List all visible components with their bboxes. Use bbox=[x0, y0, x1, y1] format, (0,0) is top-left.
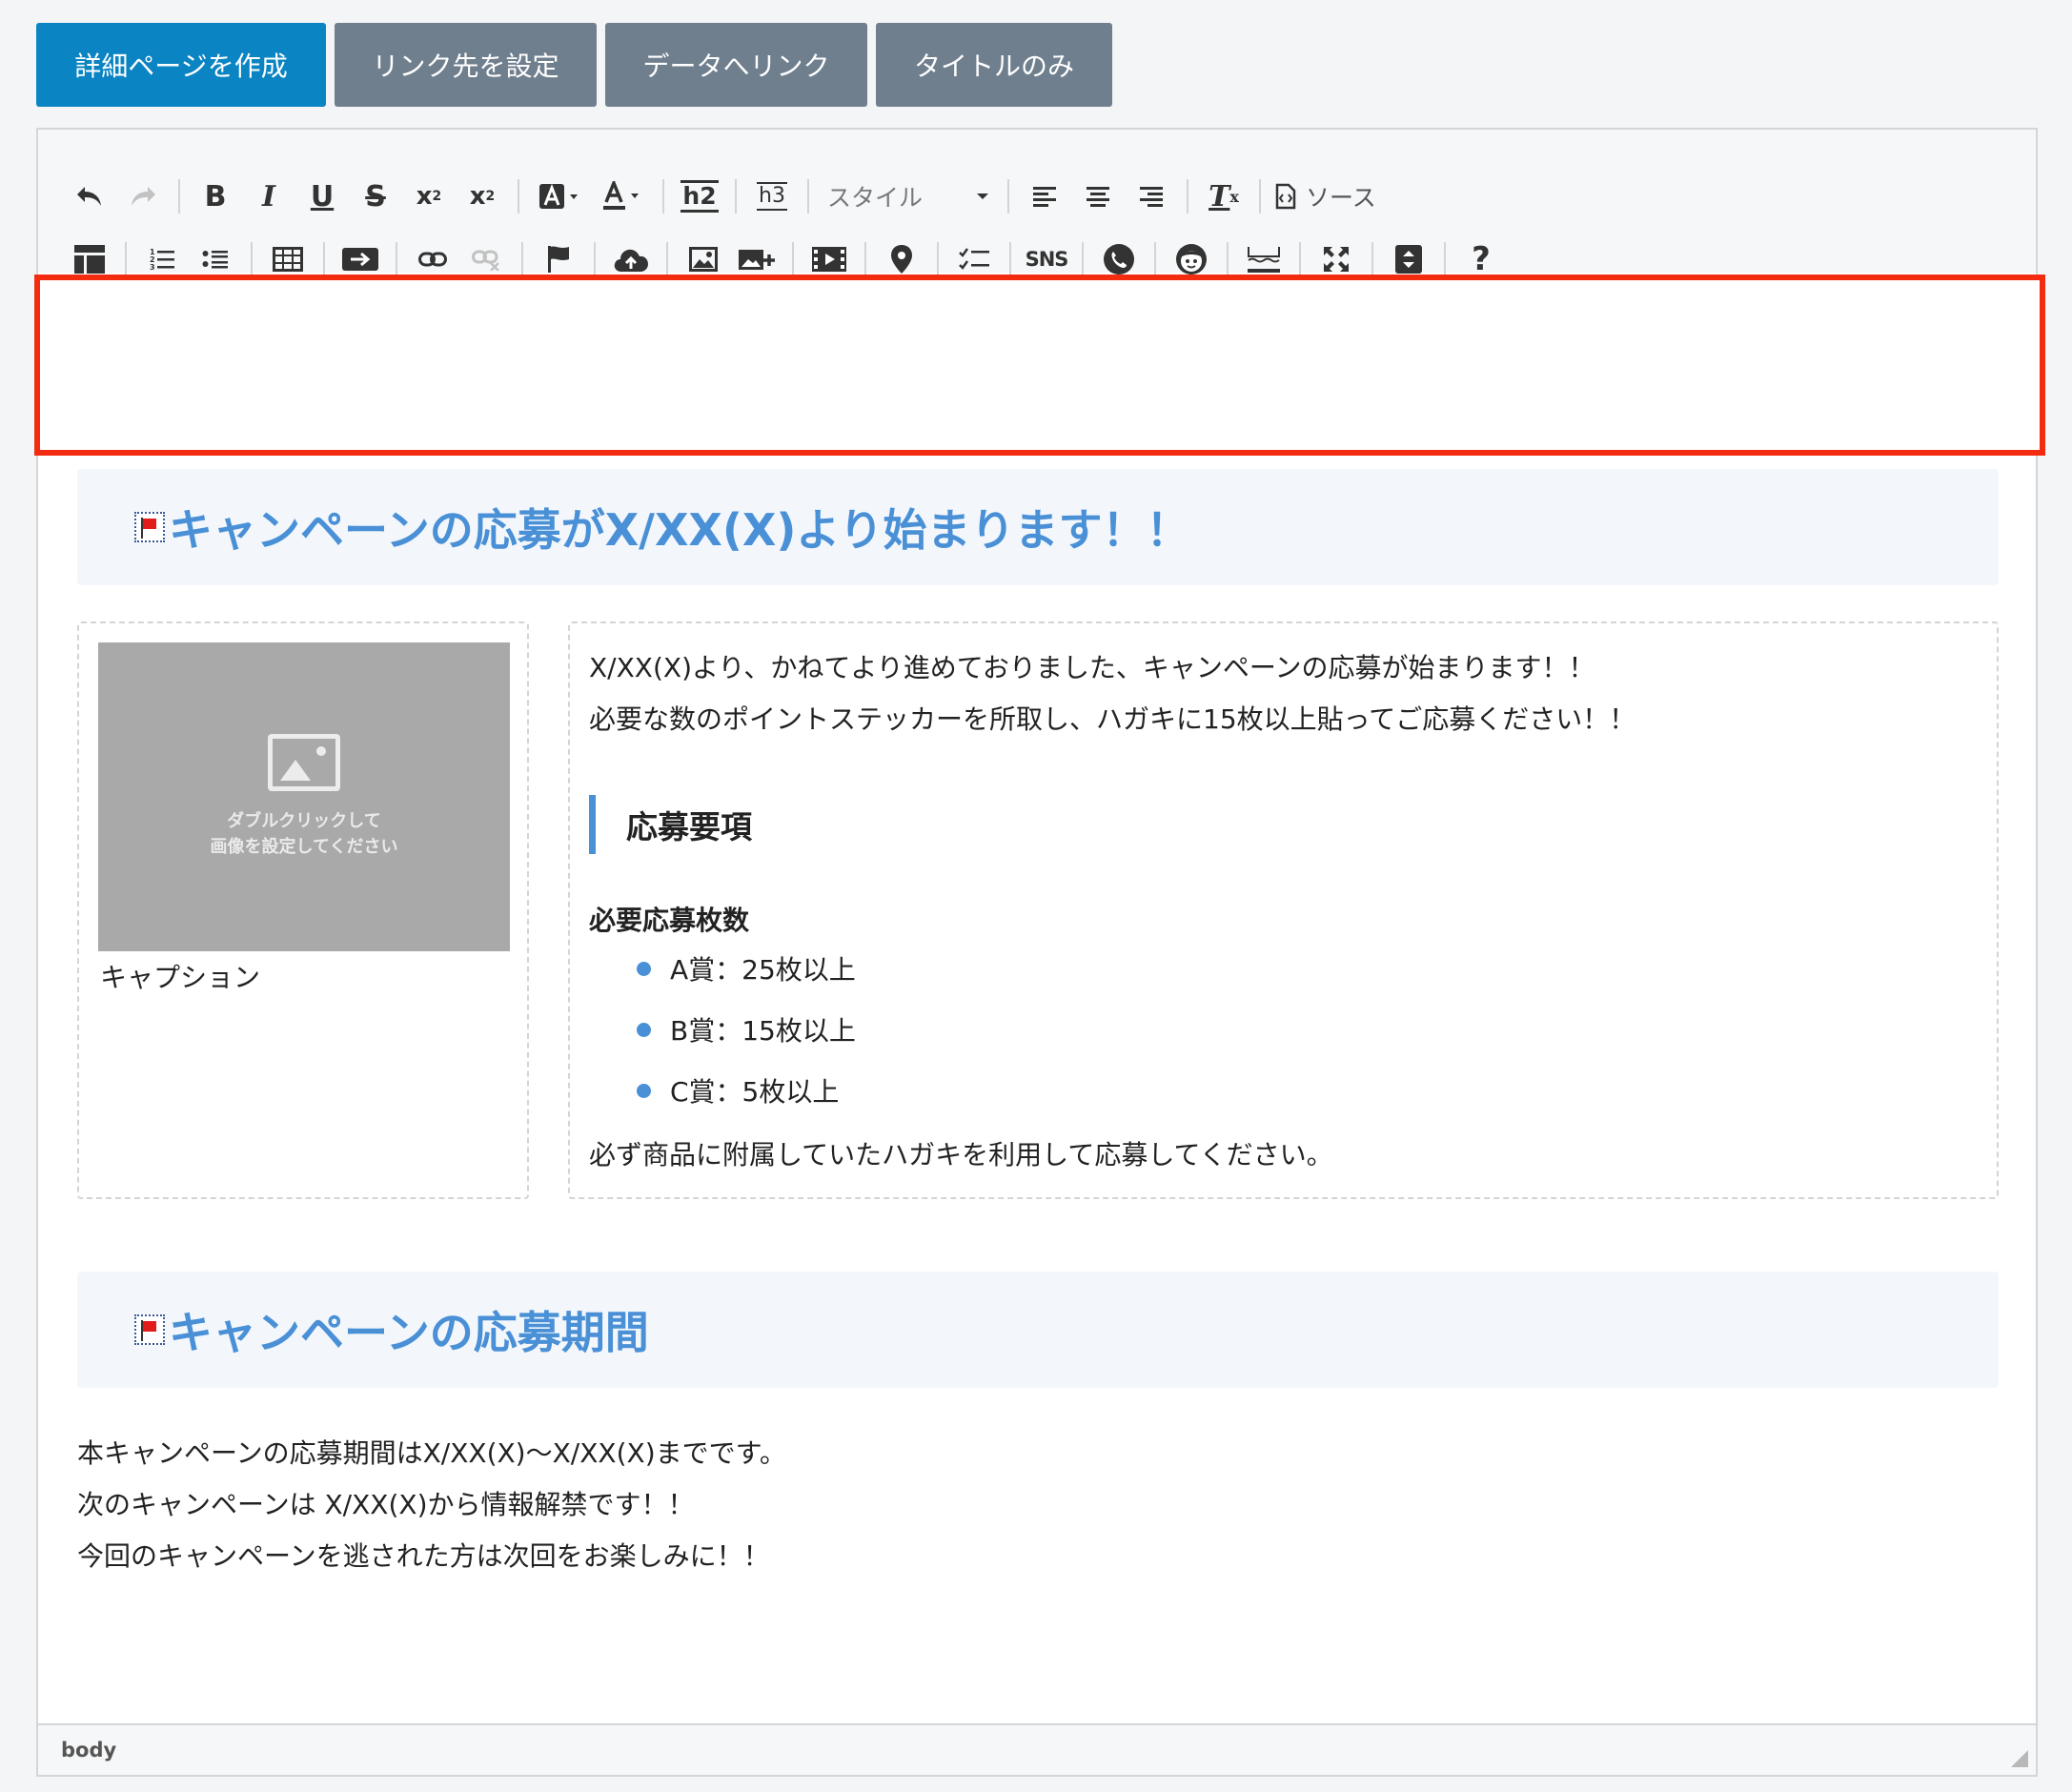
period-line-2: 次のキャンペーンは X/XX(X)から情報解禁です！！ bbox=[77, 1489, 695, 1520]
h2-label: h2 bbox=[681, 180, 719, 213]
application-requirements-heading: 応募要項 bbox=[589, 795, 752, 854]
align-center-icon[interactable] bbox=[1071, 172, 1125, 221]
heading2-text: キャンペーンの応募期間 bbox=[169, 1307, 649, 1358]
text-color-icon[interactable] bbox=[591, 172, 654, 221]
heading1-text: キャンペーンの応募がX/XX(X)より始まります！！ bbox=[169, 504, 1190, 556]
align-left-icon[interactable] bbox=[1018, 172, 1071, 221]
undo-icon[interactable] bbox=[63, 172, 116, 221]
redo-icon[interactable] bbox=[116, 172, 170, 221]
list-item: B賞：15枚以上 bbox=[637, 1010, 856, 1049]
background-color-icon[interactable] bbox=[528, 172, 591, 221]
style-select-label: スタイル bbox=[827, 184, 924, 212]
toolbar-separator bbox=[1259, 179, 1261, 214]
intro-line-1: X/XX(X)より、かねてより進めておりました、キャンペーンの応募が始まります！… bbox=[589, 652, 1595, 683]
toolbar-separator bbox=[662, 179, 664, 214]
period-line-3: 今回のキャンペーンを逃された方は次回をお楽しみに！！ bbox=[77, 1540, 770, 1572]
image-caption[interactable]: キャプション bbox=[100, 957, 260, 995]
highlighted-empty-block[interactable] bbox=[34, 275, 2045, 456]
toolbar-separator bbox=[125, 242, 127, 276]
strikethrough-icon[interactable]: S bbox=[349, 172, 402, 221]
toolbar-separator bbox=[1371, 242, 1373, 276]
image-placeholder[interactable]: ダブルクリックして 画像を設定してください bbox=[98, 642, 510, 951]
toolbar-separator bbox=[1444, 242, 1446, 276]
toolbar-separator bbox=[521, 242, 523, 276]
source-icon bbox=[1275, 183, 1296, 210]
image-placeholder-text-2: 画像を設定してください bbox=[210, 837, 398, 857]
style-select[interactable]: スタイル bbox=[818, 172, 999, 221]
svg-text:3: 3 bbox=[150, 263, 155, 272]
toolbar-separator bbox=[178, 179, 180, 214]
toolbar-separator bbox=[1299, 242, 1301, 276]
toolbar-separator bbox=[323, 242, 325, 276]
tab-link-to-data[interactable]: データへリンク bbox=[605, 23, 867, 107]
bold-icon[interactable]: B bbox=[189, 172, 242, 221]
postcard-note: 必ず商品に附属していたハガキを利用して応募してください。 bbox=[589, 1139, 1333, 1171]
campaign-period-heading: キャンペーンの応募期間 bbox=[134, 1298, 649, 1361]
source-label: ソース bbox=[1306, 184, 1376, 212]
tab-create-detail-page[interactable]: 詳細ページを作成 bbox=[36, 23, 326, 107]
campaign-start-heading-block: キャンペーンの応募がX/XX(X)より始まります！！ bbox=[77, 469, 1999, 585]
period-line-1: 本キャンペーンの応募期間はX/XX(X)〜X/XX(X)までです。 bbox=[77, 1437, 786, 1469]
toolbar-separator bbox=[864, 242, 866, 276]
h3-label: h3 bbox=[757, 182, 787, 211]
anchor-flag-icon bbox=[134, 1314, 165, 1345]
toolbar-separator bbox=[1227, 242, 1229, 276]
toolbar-separator bbox=[1187, 179, 1188, 214]
heading-h2-button[interactable]: h2 bbox=[673, 172, 726, 221]
list-item: C賞：5枚以上 bbox=[637, 1071, 839, 1110]
toolbar-row-1: B I U S x2 x2 h2 h3 スタイル Tx ソース bbox=[63, 172, 1382, 221]
campaign-period-heading-block: キャンペーンの応募期間 bbox=[77, 1272, 1999, 1388]
heading-h3-button[interactable]: h3 bbox=[745, 172, 799, 221]
chevron-down-icon bbox=[977, 193, 988, 199]
editor-statusbar: body bbox=[38, 1723, 2036, 1775]
toolbar-separator bbox=[792, 242, 794, 276]
tab-bar: 詳細ページを作成 リンク先を設定 データへリンク タイトルのみ bbox=[36, 23, 1112, 107]
campaign-start-heading: キャンペーンの応募がX/XX(X)より始まります！！ bbox=[134, 496, 1190, 559]
tab-title-only[interactable]: タイトルのみ bbox=[876, 23, 1112, 107]
toolbar-separator bbox=[807, 179, 809, 214]
source-button[interactable]: ソース bbox=[1270, 172, 1382, 221]
anchor-flag-icon bbox=[134, 512, 165, 542]
underline-icon[interactable]: U bbox=[295, 172, 349, 221]
toolbar-separator bbox=[937, 242, 939, 276]
list-item: A賞：25枚以上 bbox=[637, 949, 856, 988]
element-path[interactable]: body bbox=[61, 1739, 116, 1761]
toolbar-separator bbox=[1009, 242, 1011, 276]
remove-format-icon[interactable]: Tx bbox=[1197, 172, 1250, 221]
toolbar-separator bbox=[666, 242, 668, 276]
toolbar-separator bbox=[396, 242, 397, 276]
sns-label: SNS bbox=[1025, 248, 1069, 271]
tab-set-link[interactable]: リンク先を設定 bbox=[335, 23, 597, 107]
toolbar-separator bbox=[1154, 242, 1156, 276]
subscript-icon[interactable]: x2 bbox=[402, 172, 456, 221]
toolbar-separator bbox=[735, 179, 737, 214]
image-placeholder-icon bbox=[268, 734, 340, 791]
image-column: ダブルクリックして 画像を設定してください キャプション bbox=[77, 621, 529, 1199]
toolbar-separator bbox=[518, 179, 519, 214]
align-right-icon[interactable] bbox=[1125, 172, 1178, 221]
italic-icon[interactable]: I bbox=[242, 172, 295, 221]
editor-toolbar: B I U S x2 x2 h2 h3 スタイル Tx ソース 1 2 3 SN… bbox=[38, 130, 2036, 278]
image-placeholder-text-1: ダブルクリックして bbox=[227, 811, 381, 831]
toolbar-separator bbox=[251, 242, 253, 276]
superscript-icon[interactable]: x2 bbox=[456, 172, 509, 221]
editor-content[interactable]: キャンペーンの応募がX/XX(X)より始まります！！ ダブルクリックして 画像を… bbox=[38, 461, 2036, 1723]
toolbar-separator bbox=[594, 242, 596, 276]
help-label: ? bbox=[1472, 240, 1491, 278]
text-column: X/XX(X)より、かねてより進めておりました、キャンペーンの応募が始まります！… bbox=[568, 621, 1999, 1199]
resize-handle-icon[interactable] bbox=[2011, 1750, 2028, 1767]
intro-line-2: 必要な数のポイントステッカーを所取し、ハガキに15枚以上貼ってご応募ください！！ bbox=[589, 703, 1636, 735]
toolbar-separator bbox=[1007, 179, 1009, 214]
toolbar-separator bbox=[1082, 242, 1084, 276]
required-count-label: 必要応募枚数 bbox=[589, 905, 750, 936]
rich-text-editor: B I U S x2 x2 h2 h3 スタイル Tx ソース 1 2 3 SN… bbox=[34, 128, 2045, 1777]
